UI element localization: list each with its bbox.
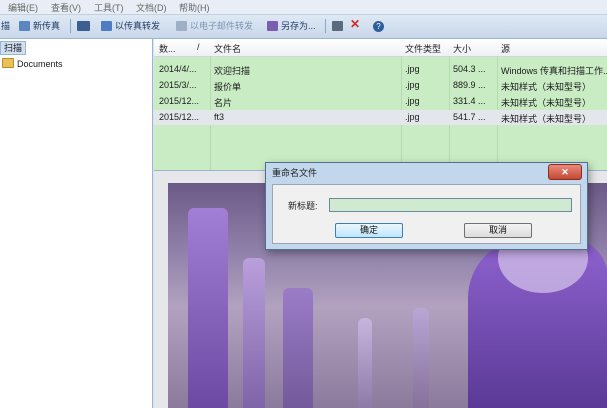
table-row[interactable]: 2015/3/... 报价单 .jpg 889.9 ... 未知样式（未知型号） bbox=[154, 78, 607, 93]
cell-type: .jpg bbox=[405, 64, 420, 74]
tree-item-label: Documents bbox=[17, 59, 63, 69]
cell-date: 2014/4/... bbox=[159, 64, 197, 74]
cell-name: ft3 bbox=[214, 112, 225, 122]
cell-type: .jpg bbox=[405, 80, 420, 90]
cell-name: 名片 bbox=[214, 98, 233, 108]
column-date[interactable]: 数... bbox=[159, 42, 176, 55]
cell-size: 504.3 ... bbox=[453, 64, 486, 74]
table-row[interactable]: 2015/12... 名片 .jpg 331.4 ... 未知样式（未知型号） bbox=[154, 94, 607, 109]
print-button[interactable] bbox=[332, 18, 346, 34]
column-source[interactable]: 源 bbox=[501, 42, 510, 55]
scan-label: 描 bbox=[1, 21, 11, 31]
cell-source: Windows 传真和扫描工作... bbox=[501, 66, 607, 76]
view-button[interactable] bbox=[77, 18, 93, 34]
email-forward-label: 以电子邮件转发 bbox=[190, 21, 254, 31]
toolbar-separator bbox=[325, 19, 326, 33]
file-list: 数... / 文件名 文件类型 大小 源 2014/4/... 欢迎扫描 .jp… bbox=[154, 39, 607, 171]
new-title-label: 新标题: bbox=[288, 201, 318, 211]
cell-name: 报价单 bbox=[214, 82, 242, 92]
new-fax-label: 新传真 bbox=[33, 21, 61, 31]
menu-tools[interactable]: 工具(T) bbox=[94, 1, 124, 14]
cell-date: 2015/12... bbox=[159, 112, 200, 122]
save-icon bbox=[267, 21, 278, 31]
email-forward-button[interactable]: 以电子邮件转发 bbox=[176, 18, 253, 34]
cell-source: 未知样式（未知型号） bbox=[501, 114, 592, 124]
save-as-button[interactable]: 另存为... bbox=[267, 18, 316, 34]
tree-item-documents[interactable]: Documents bbox=[2, 58, 63, 70]
fax-forward-label: 以传真转发 bbox=[115, 21, 161, 31]
cancel-button[interactable]: 取消 bbox=[464, 223, 532, 238]
table-row-selected[interactable]: 2015/12... ft3 .jpg 541.7 ... 未知样式（未知型号） bbox=[154, 110, 607, 125]
fax-forward-icon bbox=[101, 21, 112, 31]
menu-edit[interactable]: 编辑(E) bbox=[8, 1, 38, 14]
menu-help[interactable]: 帮助(H) bbox=[179, 1, 210, 14]
cell-size: 541.7 ... bbox=[453, 112, 486, 122]
help-button[interactable]: ? bbox=[373, 18, 384, 34]
scan-button[interactable]: 描 bbox=[1, 18, 10, 34]
folder-icon bbox=[2, 58, 14, 68]
fax-forward-button[interactable]: 以传真转发 bbox=[101, 18, 160, 34]
tree-root-scan[interactable]: 扫描 bbox=[0, 41, 27, 55]
cell-source: 未知样式（未知型号） bbox=[501, 82, 592, 92]
close-icon[interactable]: ✕ bbox=[548, 164, 582, 180]
cell-date: 2015/12... bbox=[159, 96, 200, 106]
new-title-input[interactable] bbox=[329, 198, 572, 212]
printer-icon bbox=[332, 21, 343, 31]
cell-size: 331.4 ... bbox=[453, 96, 486, 106]
toolbar: 描 新传真 以传真转发 以电子邮件转发 另存为... ✕ ? bbox=[0, 15, 607, 39]
sort-indicator: / bbox=[197, 42, 200, 52]
list-header: 数... / 文件名 文件类型 大小 源 bbox=[154, 39, 607, 57]
cell-date: 2015/3/... bbox=[159, 80, 197, 90]
column-name[interactable]: 文件名 bbox=[214, 42, 241, 55]
cell-size: 889.9 ... bbox=[453, 80, 486, 90]
column-type[interactable]: 文件类型 bbox=[405, 42, 441, 55]
rename-dialog: 重命名文件 ✕ 新标题: 确定 取消 bbox=[265, 162, 588, 250]
menu-bar: 编辑(E) 查看(V) 工具(T) 文档(D) 帮助(H) bbox=[0, 0, 607, 15]
monitor-icon bbox=[77, 21, 90, 31]
menu-document[interactable]: 文档(D) bbox=[136, 1, 167, 14]
cell-type: .jpg bbox=[405, 96, 420, 106]
menu-view[interactable]: 查看(V) bbox=[51, 1, 81, 14]
cell-name: 欢迎扫描 bbox=[214, 66, 251, 76]
cell-source: 未知样式（未知型号） bbox=[501, 98, 592, 108]
dialog-body: 新标题: 确定 取消 bbox=[272, 184, 581, 244]
new-fax-button[interactable]: 新传真 bbox=[19, 18, 60, 34]
help-icon: ? bbox=[373, 21, 384, 32]
email-forward-icon bbox=[176, 21, 187, 31]
cell-type: .jpg bbox=[405, 112, 420, 122]
table-row[interactable]: 2014/4/... 欢迎扫描 .jpg 504.3 ... Windows 传… bbox=[154, 62, 607, 77]
ok-button[interactable]: 确定 bbox=[335, 223, 403, 238]
toolbar-separator bbox=[70, 19, 71, 33]
save-as-label: 另存为... bbox=[281, 21, 316, 31]
folder-tree: 扫描 Documents bbox=[0, 39, 153, 408]
column-size[interactable]: 大小 bbox=[453, 42, 471, 55]
delete-icon[interactable]: ✕ bbox=[350, 16, 360, 32]
dialog-title: 重命名文件 bbox=[272, 168, 318, 178]
fax-icon bbox=[19, 21, 30, 31]
